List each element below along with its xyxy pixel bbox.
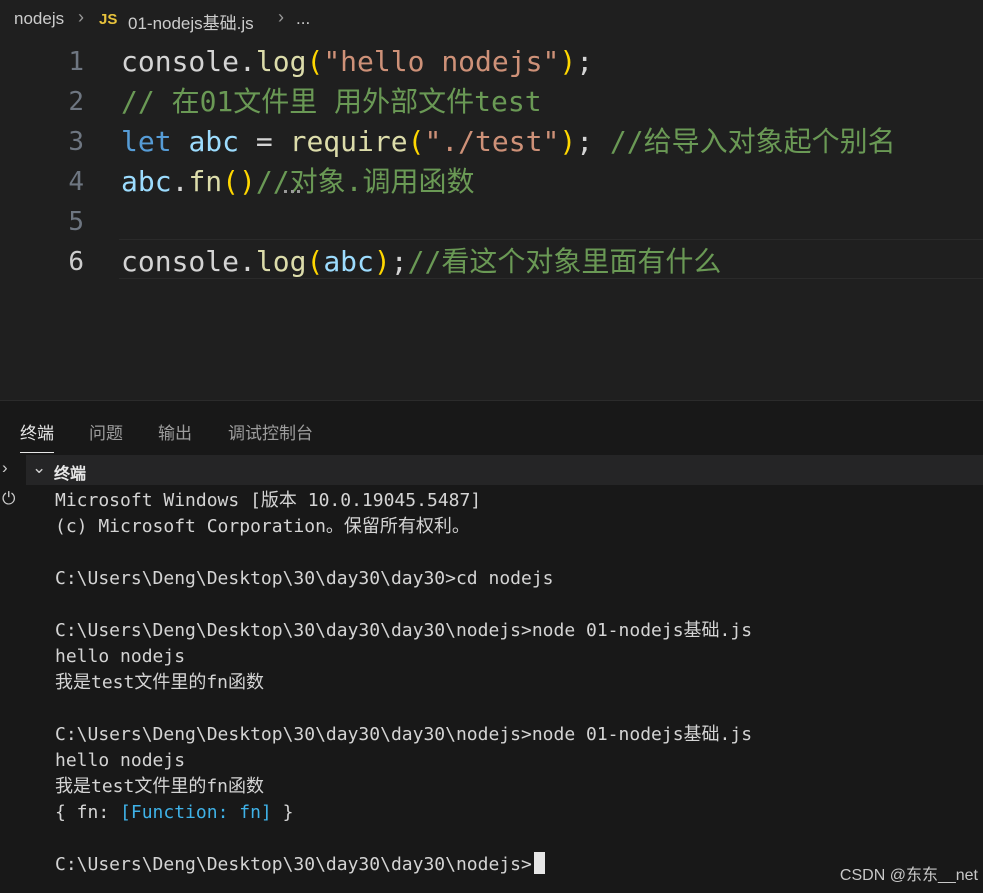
code-text: console.log(abc);//看这个对象里面有什么 [121,242,721,282]
code-token: . [239,45,256,78]
code-line[interactable]: 5 [0,202,983,242]
line-number: 3 [68,127,84,157]
js-file-icon: JS [99,11,118,28]
code-line[interactable]: 4 abc.fn()//对象.调用函数 [0,162,983,202]
code-token: = [239,125,290,158]
terminal-line: C:\Users\Deng\Desktop\30\day30\day30\nod… [55,722,752,748]
terminal-text: C:\Users\Deng\Desktop\30\day30\day30\nod… [55,724,753,745]
panel-tab-bar: 终端 问题 输出 调试控制台 [0,400,983,455]
code-token: //看这个对象里面有什么 [407,245,722,278]
code-token: require [289,125,408,158]
breadcrumb: nodejs › JS 01-nodejs基础.js › ... [0,0,983,40]
hint-dots [284,190,300,196]
code-token: console [121,45,240,78]
tab-output[interactable]: 输出 [158,419,192,444]
code-line[interactable]: 2 // 在01文件里 用外部文件test [0,82,983,122]
code-token: //给导入对象起个别名 [609,125,896,158]
chevron-right-icon: › [78,7,84,27]
code-line[interactable]: 1 console.log("hello nodejs"); [0,42,983,82]
terminal-output[interactable]: Microsoft Windows [版本 10.0.19045.5487] (c… [26,485,983,893]
line-number: 5 [68,207,84,237]
terminal-text: Microsoft Windows [版本 10.0.19045.5487] [55,490,482,511]
terminal-gutter: › ⏻ [0,455,27,893]
terminal-line: hello nodejs [55,644,185,670]
terminal-text: (c) Microsoft Corporation。保留所有权利。 [55,516,470,537]
tab-debug-console[interactable]: 调试控制台 [228,419,313,444]
terminal-line: hello nodejs [55,748,185,774]
code-token: ; [576,125,610,158]
line-number: 6 [68,247,84,277]
breadcrumb-file[interactable]: 01-nodejs基础.js [128,9,254,34]
code-text: abc.fn()//对象.调用函数 [121,162,474,202]
terminal-text: } [271,802,294,823]
code-token: ) [559,45,577,78]
code-text: console.log("hello nodejs"); [121,42,593,82]
code-token: // 在01文件里 用外部文件test [121,85,542,118]
code-token: ; [576,45,594,78]
code-text: let abc = require("./test"); //给导入对象起个别名 [121,122,896,162]
terminal-text: hello nodejs [55,750,186,771]
chevron-right-icon[interactable]: › [2,458,8,478]
code-text: // 在01文件里 用外部文件test [121,82,542,122]
terminal-line: 我是test文件里的fn函数 [55,670,264,696]
code-token: log [255,245,307,278]
code-token: ( [407,125,425,158]
code-token: let [121,125,172,158]
line-number: 2 [68,87,84,117]
tab-terminal[interactable]: 终端 [20,419,54,453]
terminal-line: C:\Users\Deng\Desktop\30\day30\day30>cd … [55,566,554,592]
code-token: ( [306,245,324,278]
code-token: "hello nodejs" [323,45,560,78]
terminal-line: { fn: [Function: fn] } [55,800,293,826]
terminal-text: { fn: [55,802,121,823]
terminal-text: hello nodejs [55,646,186,667]
terminal-text: [Function: fn] [120,802,272,823]
terminal-text: C:\Users\Deng\Desktop\30\day30\day30\nod… [55,620,753,641]
code-editor[interactable]: 1 console.log("hello nodejs"); 2// 在01文件里 … [0,40,983,400]
watermark: CSDN @东东__net [839,867,978,884]
terminal-header-label: 终端 [54,466,87,483]
code-token: ) [559,125,577,158]
tab-problems[interactable]: 问题 [89,419,123,444]
code-token: "./test" [424,125,560,158]
chevron-right-icon: › [278,7,284,27]
chevron-down-icon[interactable]: ⌄ [32,458,46,478]
code-token: ; [390,245,408,278]
terminal-cursor [533,852,545,874]
terminal-line: C:\Users\Deng\Desktop\30\day30\day30\nod… [55,852,545,878]
code-line[interactable]: 6 console.log(abc);//看这个对象里面有什么 [0,242,983,282]
code-token: () [222,165,256,198]
breadcrumb-folder[interactable]: nodejs [14,9,64,29]
terminal-text: C:\Users\Deng\Desktop\30\day30\day30\nod… [55,854,532,875]
code-token: abc [188,125,240,158]
code-token: ( [306,45,324,78]
line-number: 1 [68,47,84,77]
terminal-line: C:\Users\Deng\Desktop\30\day30\day30\nod… [55,618,752,644]
code-token: console [121,245,240,278]
code-token: abc [121,165,172,198]
code-token: . [171,165,189,198]
code-token: log [255,45,307,78]
plug-icon[interactable]: ⏻ [2,489,15,509]
terminal-section-header[interactable]: ⌄ 终端 [26,455,983,485]
terminal-text: 我是test文件里的fn函数 [55,776,265,797]
line-number: 4 [68,167,84,197]
terminal-line: (c) Microsoft Corporation。保留所有权利。 [55,514,470,540]
terminal-line: Microsoft Windows [版本 10.0.19045.5487] [55,488,481,514]
code-token: ) [373,245,391,278]
terminal-text: 我是test文件里的fn函数 [55,672,265,693]
terminal-line: 我是test文件里的fn函数 [55,774,264,800]
breadcrumb-ellipsis[interactable]: ... [296,9,310,29]
terminal-text: C:\Users\Deng\Desktop\30\day30\day30>cd … [55,568,554,589]
code-token: fn [188,165,223,198]
code-line[interactable]: 3 let abc = require("./test"); //给导入对象起个别… [0,122,983,162]
code-token: abc [323,245,374,278]
code-token: . [239,245,256,278]
